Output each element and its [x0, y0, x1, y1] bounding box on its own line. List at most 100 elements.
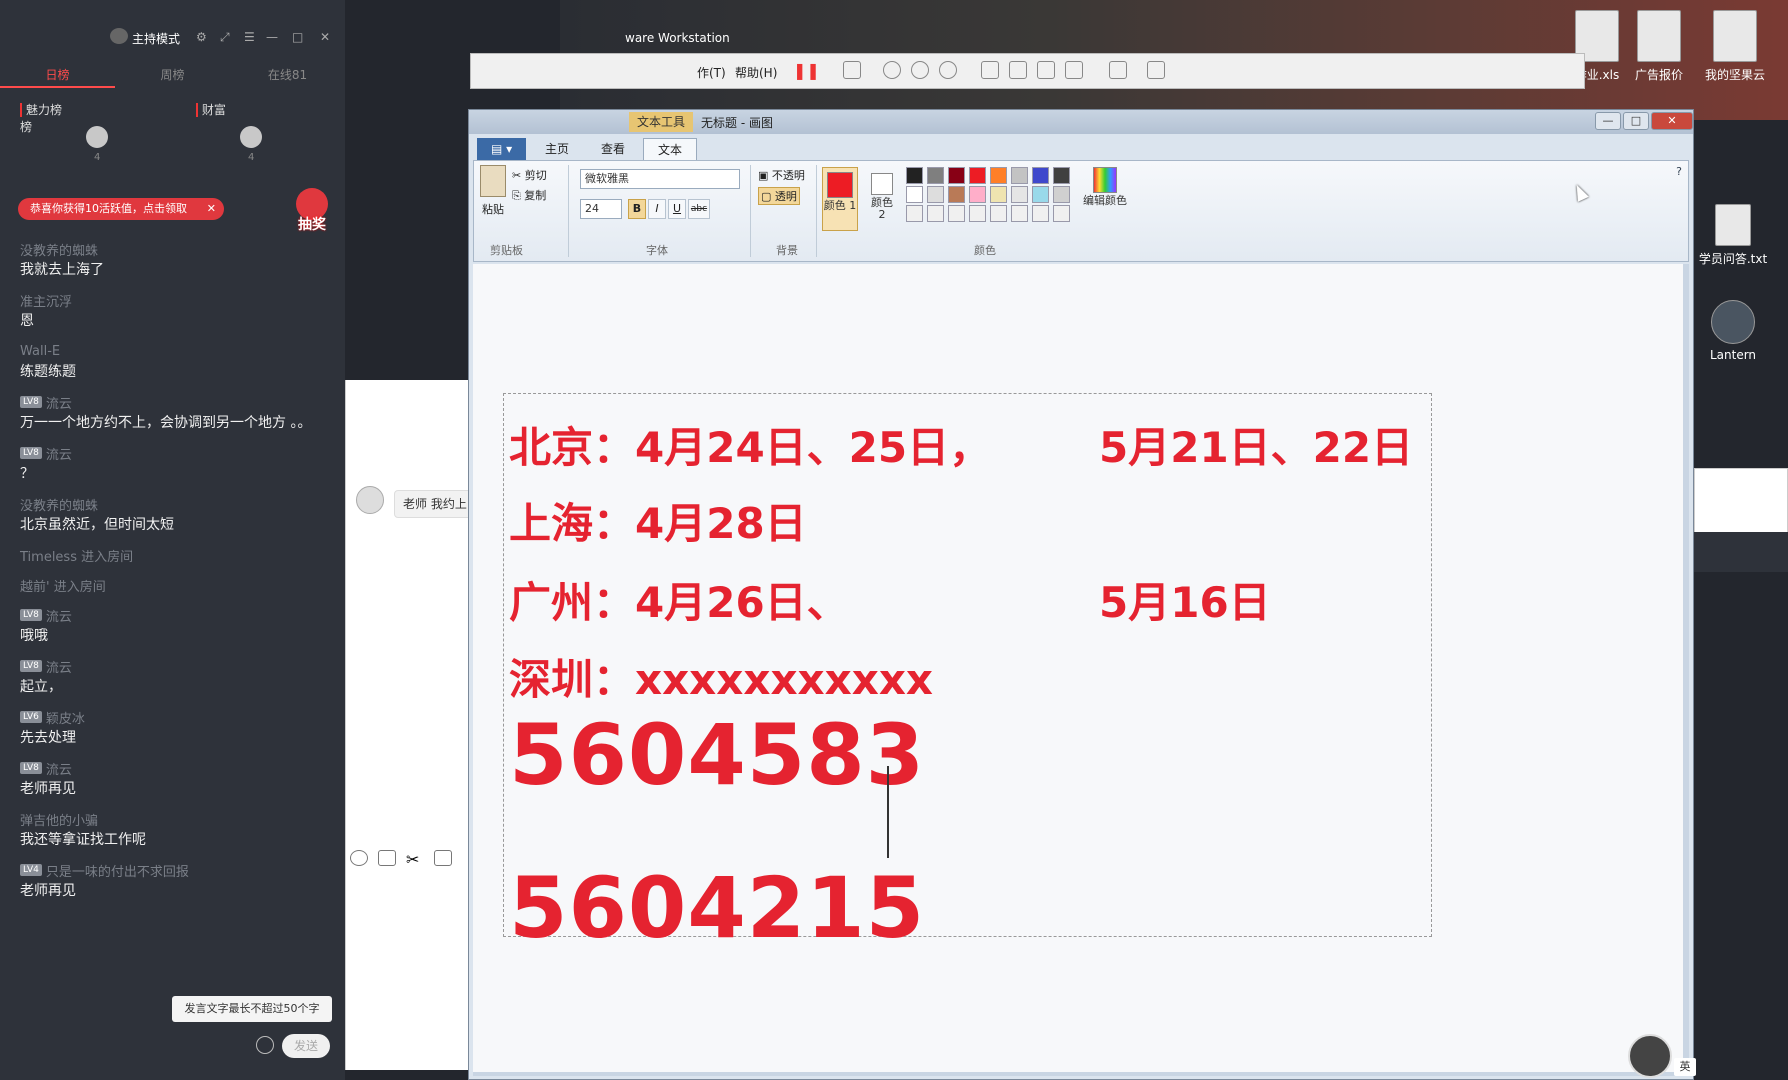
palette-color[interactable] [948, 205, 965, 222]
menu-operate[interactable]: 作(T) [697, 64, 726, 81]
font-family-select[interactable]: 微软雅黑 [580, 169, 740, 189]
palette-color[interactable] [990, 205, 1007, 222]
strikethrough-button[interactable]: abc [688, 199, 710, 219]
chat-username[interactable]: 流云 [46, 759, 72, 778]
chat-username[interactable]: 流云 [46, 444, 72, 463]
italic-button[interactable]: I [648, 199, 666, 219]
palette-color[interactable] [927, 167, 944, 184]
tab-home[interactable]: 主页 [531, 138, 583, 160]
emoji-icon[interactable] [350, 850, 368, 866]
maximize-button[interactable]: □ [1623, 112, 1649, 130]
gift-banner[interactable]: 恭喜你获得10活跃值，点击领取 ✕ [18, 198, 224, 220]
chat-username[interactable]: 颖皮冰 [46, 708, 85, 727]
chat-username[interactable]: 越前' 进入房间 [20, 576, 106, 595]
palette-color[interactable] [948, 186, 965, 203]
maximize-icon[interactable]: □ [292, 30, 303, 44]
minimize-button[interactable]: — [1595, 112, 1621, 130]
palette-color[interactable] [1032, 205, 1049, 222]
send-keys-icon[interactable] [843, 61, 861, 79]
chat-username[interactable]: 流云 [46, 657, 72, 676]
edit-colors-button[interactable]: 编辑颜色 [1082, 167, 1128, 207]
pause-icon[interactable]: ❚❚ [793, 61, 820, 80]
tab-weekly[interactable]: 周榜 [115, 66, 230, 88]
palette-color[interactable] [969, 186, 986, 203]
palette-color[interactable] [906, 167, 923, 184]
chat-username[interactable]: 流云 [46, 393, 72, 412]
chat-username[interactable]: Timeless 进入房间 [20, 546, 133, 565]
underline-button[interactable]: U [668, 199, 686, 219]
palette-color[interactable] [1053, 186, 1070, 203]
copy-button[interactable]: ⎘ 复制 [512, 187, 546, 203]
chat-username[interactable]: 没教养的蜘蛛 [20, 240, 98, 259]
palette-color[interactable] [1053, 167, 1070, 184]
revert-snapshot-icon[interactable] [911, 61, 929, 79]
palette-color[interactable] [1011, 205, 1028, 222]
palette-color[interactable] [1032, 167, 1049, 184]
palette-color[interactable] [990, 186, 1007, 203]
palette-color[interactable] [948, 167, 965, 184]
palette-color[interactable] [906, 205, 923, 222]
palette-color[interactable] [969, 167, 986, 184]
color2-button[interactable]: 颜色 2 [866, 167, 898, 231]
palette-color[interactable] [927, 205, 944, 222]
palette-color[interactable] [1011, 186, 1028, 203]
opaque-option[interactable]: ▣ 不透明 [758, 167, 805, 183]
tab-text[interactable]: 文本 [643, 138, 698, 160]
color1-button[interactable]: 颜色 1 [822, 167, 858, 231]
scissors-icon[interactable]: ✂ [406, 850, 424, 869]
chat-username[interactable]: Wall-E [20, 344, 60, 359]
desktop-icon-faq-txt[interactable]: 学员问答.txt [1688, 204, 1778, 267]
settings-icon[interactable]: ⚙ [196, 30, 207, 44]
close-button[interactable]: ✕ [1651, 112, 1693, 130]
fullscreen-icon[interactable] [1037, 61, 1055, 79]
minimize-icon[interactable]: — [266, 30, 278, 44]
transparent-option[interactable]: ▢ 透明 [758, 187, 800, 205]
bold-button[interactable]: B [628, 199, 646, 219]
chat-username[interactable]: 弹吉他的小骗 [20, 810, 98, 829]
desktop-icon-nutstore[interactable]: 我的坚果云 [1690, 10, 1780, 83]
paste-icon[interactable] [480, 165, 506, 197]
palette-color[interactable] [1032, 186, 1049, 203]
palette-color[interactable] [969, 205, 986, 222]
gif-icon[interactable] [378, 850, 396, 866]
chat-username[interactable]: 流云 [46, 606, 72, 625]
lottery-button[interactable]: 抽奖 [292, 188, 332, 238]
chat-username[interactable]: 只是一味的付出不求回报 [46, 861, 189, 880]
stretch-icon[interactable] [1147, 61, 1165, 79]
font-size-select[interactable]: 24 [580, 199, 622, 219]
tab-charm[interactable]: 魅力榜 [20, 103, 63, 117]
tab-daily[interactable]: 日榜 [0, 66, 115, 88]
paint-menu-button[interactable]: ▤ ▾ [477, 138, 527, 160]
palette-color[interactable] [906, 186, 923, 203]
folder-icon[interactable] [434, 850, 452, 866]
drawing-canvas[interactable]: 北京：4月24日、25日， 5月21日、22日 上海：4月28日 广州：4月26… [473, 264, 1683, 1072]
unity-icon[interactable] [1065, 61, 1083, 79]
ime-indicator[interactable]: 英 [1674, 1058, 1696, 1076]
palette-color[interactable] [927, 186, 944, 203]
rank-avatar[interactable] [240, 126, 262, 148]
chat-username[interactable]: 准主沉浮 [20, 291, 72, 310]
chat-username[interactable]: 没教养的蜘蛛 [20, 495, 98, 514]
emoji-icon[interactable] [256, 1036, 274, 1054]
palette-color[interactable] [1053, 205, 1070, 222]
paste-button[interactable]: 粘贴 [482, 201, 504, 217]
desktop-icon-lantern[interactable]: Lantern [1688, 300, 1778, 362]
palette-color[interactable] [990, 167, 1007, 184]
snapshot-manager-icon[interactable] [939, 61, 957, 79]
palette-color[interactable] [1011, 167, 1028, 184]
menu-icon[interactable]: ☰ [244, 30, 255, 44]
snapshot-icon[interactable] [883, 61, 901, 79]
send-button[interactable]: 发送 [282, 1034, 330, 1058]
cut-button[interactable]: ✂ 剪切 [512, 167, 547, 183]
thumbnail-icon[interactable] [1009, 61, 1027, 79]
tab-view[interactable]: 查看 [587, 138, 639, 160]
menu-help[interactable]: 帮助(H) [735, 64, 777, 81]
help-icon[interactable]: ? [1676, 165, 1682, 178]
expand-icon[interactable]: ⤢ [220, 30, 230, 45]
close-icon[interactable]: ✕ [207, 198, 216, 220]
tab-online[interactable]: 在线81 [230, 66, 345, 88]
rank-avatar[interactable] [86, 126, 108, 148]
sidebar-toggle-icon[interactable] [981, 61, 999, 79]
close-icon[interactable]: ✕ [320, 30, 330, 44]
console-icon[interactable] [1109, 61, 1127, 79]
